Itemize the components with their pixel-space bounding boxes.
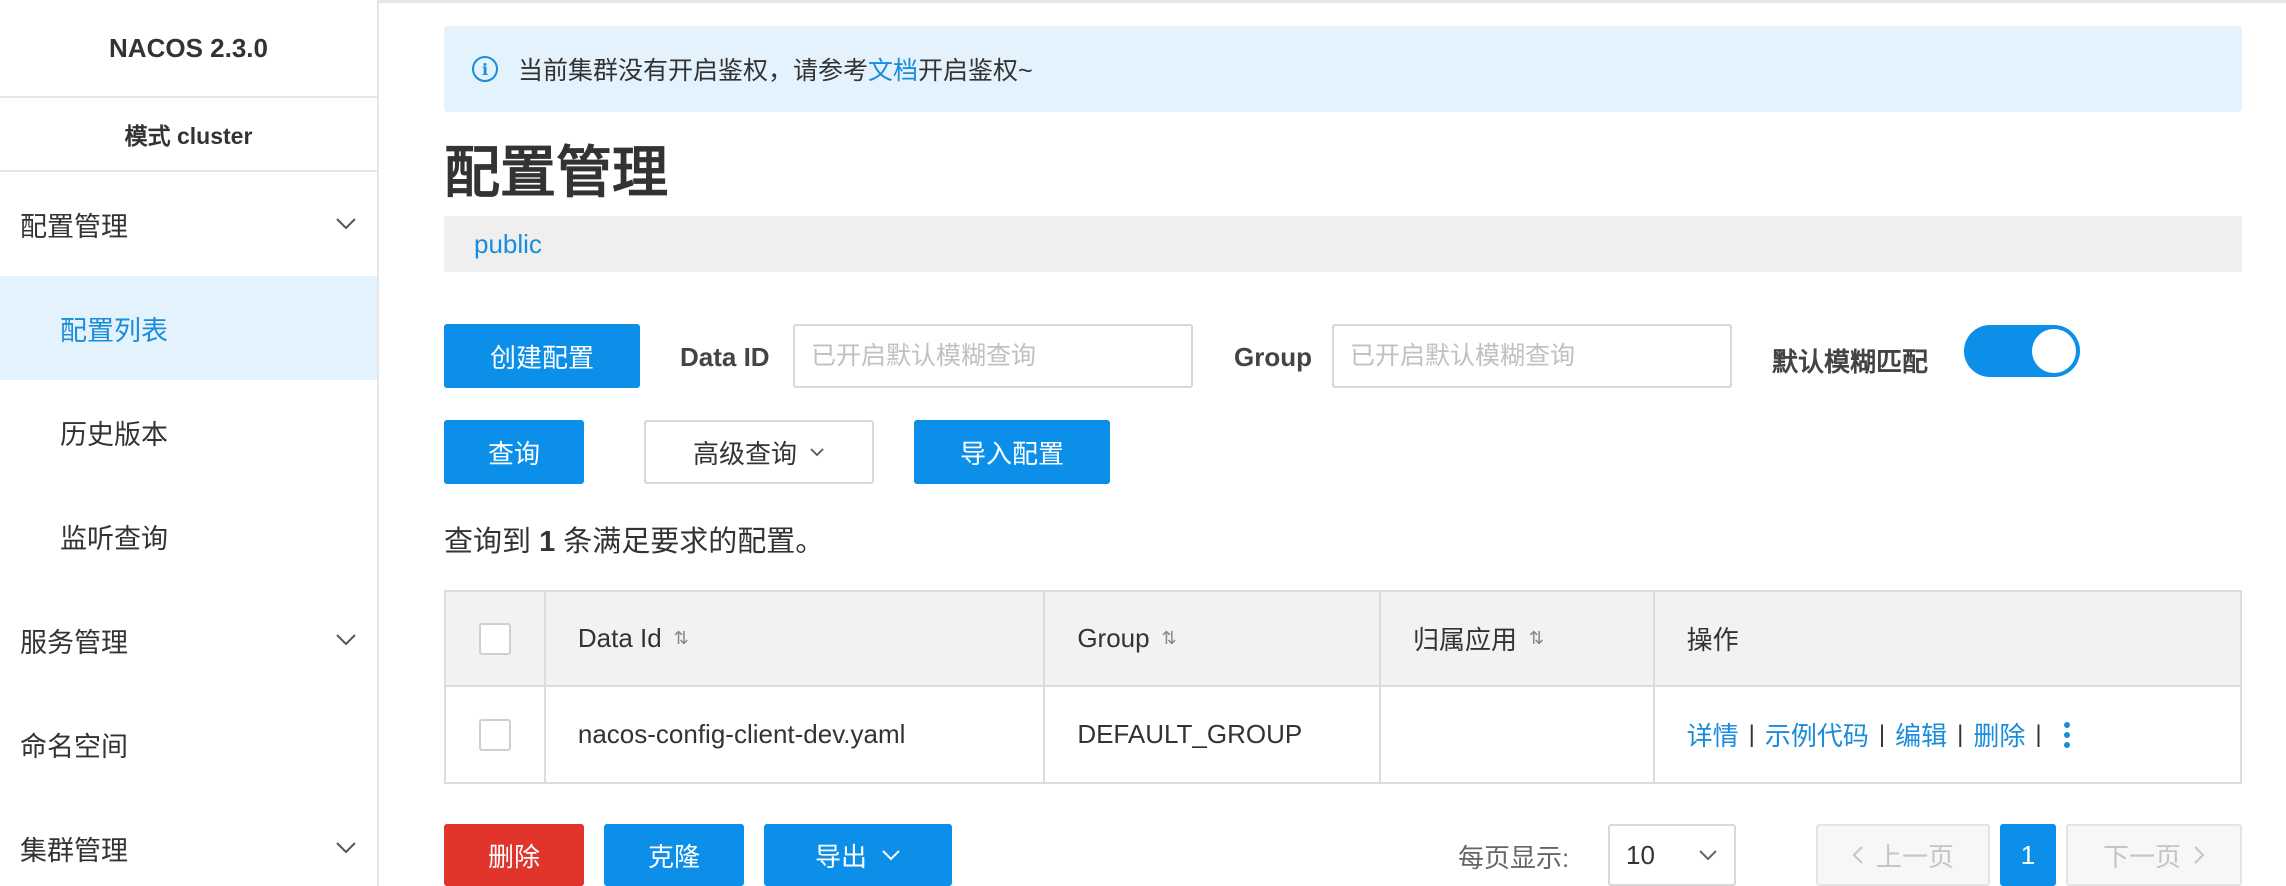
cell-group: DEFAULT_GROUP bbox=[1045, 687, 1381, 782]
create-config-button[interactable]: 创建配置 bbox=[444, 324, 640, 388]
sidebar-item-label: 命名空间 bbox=[20, 731, 128, 762]
sidebar-item-config-list[interactable]: 配置列表 bbox=[0, 276, 377, 380]
page-title: 配置管理 bbox=[444, 141, 668, 204]
config-table: Data Id ⇅ Group ⇅ 归属应用 ⇅ 操作 nacos-config-cl… bbox=[444, 590, 2242, 784]
mode-label: 模式 cluster bbox=[0, 98, 377, 172]
sidebar-group-cluster[interactable]: 集群管理 bbox=[0, 796, 377, 886]
table-row: nacos-config-client-dev.yaml DEFAULT_GRO… bbox=[446, 687, 2240, 782]
header-app[interactable]: 归属应用 ⇅ bbox=[1381, 592, 1655, 685]
sidebar-group-label: 配置管理 bbox=[20, 211, 128, 242]
namespace-link[interactable]: public bbox=[474, 229, 542, 260]
header-group[interactable]: Group ⇅ bbox=[1045, 592, 1381, 685]
chevron-left-icon bbox=[1852, 845, 1864, 865]
sample-code-link[interactable]: 示例代码 bbox=[1765, 716, 1869, 753]
fuzzy-label: 默认模糊匹配 bbox=[1772, 347, 1929, 377]
page-1-button[interactable]: 1 bbox=[2000, 824, 2056, 886]
brand-logo: NACOS 2.3.0 bbox=[0, 0, 377, 98]
namespace-bar: public bbox=[444, 216, 2242, 272]
details-link[interactable]: 详情 bbox=[1687, 716, 1739, 753]
more-icon[interactable] bbox=[2063, 721, 2070, 748]
page-size-select[interactable]: 10 bbox=[1608, 824, 1736, 886]
docs-link[interactable]: 文档 bbox=[868, 51, 918, 87]
result-summary: 查询到 1 条满足要求的配置。 bbox=[444, 526, 825, 558]
cell-dataid: nacos-config-client-dev.yaml bbox=[546, 687, 1046, 782]
fuzzy-toggle[interactable] bbox=[1964, 325, 2080, 377]
advanced-query-button[interactable]: 高级查询 bbox=[644, 420, 874, 484]
result-count: 1 bbox=[539, 526, 556, 558]
sidebar-group-label: 服务管理 bbox=[20, 627, 128, 658]
delete-button[interactable]: 删除 bbox=[444, 824, 584, 886]
chevron-down-icon bbox=[335, 841, 357, 855]
sidebar: NACOS 2.3.0 模式 cluster 配置管理 配置列表 历史版本 监听… bbox=[0, 0, 379, 886]
dataid-input[interactable] bbox=[793, 324, 1193, 388]
sort-icon[interactable]: ⇅ bbox=[1529, 628, 1544, 649]
sidebar-item-listener[interactable]: 监听查询 bbox=[0, 484, 377, 588]
select-all-checkbox[interactable] bbox=[478, 622, 511, 655]
next-page-button[interactable]: 下一页 bbox=[2066, 824, 2242, 886]
auth-notice: i 当前集群没有开启鉴权，请参考 文档 开启鉴权~ bbox=[444, 26, 2242, 112]
chevron-down-icon bbox=[335, 633, 357, 647]
row-checkbox[interactable] bbox=[478, 718, 511, 751]
sidebar-group-label: 集群管理 bbox=[20, 835, 128, 866]
sidebar-group-service[interactable]: 服务管理 bbox=[0, 588, 377, 692]
import-config-button[interactable]: 导入配置 bbox=[914, 420, 1110, 484]
sidebar-group-config[interactable]: 配置管理 bbox=[0, 172, 377, 276]
chevron-down-icon bbox=[1698, 849, 1718, 861]
clone-button[interactable]: 克隆 bbox=[604, 824, 744, 886]
table-header: Data Id ⇅ Group ⇅ 归属应用 ⇅ 操作 bbox=[446, 592, 2240, 687]
header-ops: 操作 bbox=[1686, 625, 1739, 655]
edit-link[interactable]: 编辑 bbox=[1895, 716, 1947, 753]
group-label: Group bbox=[1234, 342, 1312, 372]
sidebar-item-namespace[interactable]: 命名空间 bbox=[0, 692, 377, 796]
export-button[interactable]: 导出 bbox=[764, 824, 952, 886]
group-input[interactable] bbox=[1332, 324, 1732, 388]
sidebar-item-history[interactable]: 历史版本 bbox=[0, 380, 377, 484]
chevron-down-icon bbox=[809, 447, 825, 457]
chevron-down-icon bbox=[881, 849, 901, 861]
sort-icon[interactable]: ⇅ bbox=[1162, 628, 1177, 649]
dataid-label: Data ID bbox=[680, 342, 770, 372]
prev-page-button[interactable]: 上一页 bbox=[1816, 824, 1990, 886]
sort-icon[interactable]: ⇅ bbox=[674, 628, 689, 649]
info-icon: i bbox=[472, 56, 498, 82]
toggle-knob bbox=[2032, 329, 2076, 373]
header-dataid[interactable]: Data Id ⇅ bbox=[546, 592, 1046, 685]
delete-link[interactable]: 删除 bbox=[1973, 716, 2025, 753]
chevron-down-icon bbox=[335, 217, 357, 231]
cell-app bbox=[1381, 687, 1655, 782]
page-size-label: 每页显示: bbox=[1458, 843, 1570, 873]
query-button[interactable]: 查询 bbox=[444, 420, 584, 484]
chevron-right-icon bbox=[2193, 845, 2205, 865]
cell-ops: 详情 | 示例代码 | 编辑 | 删除 | bbox=[1655, 687, 2240, 782]
